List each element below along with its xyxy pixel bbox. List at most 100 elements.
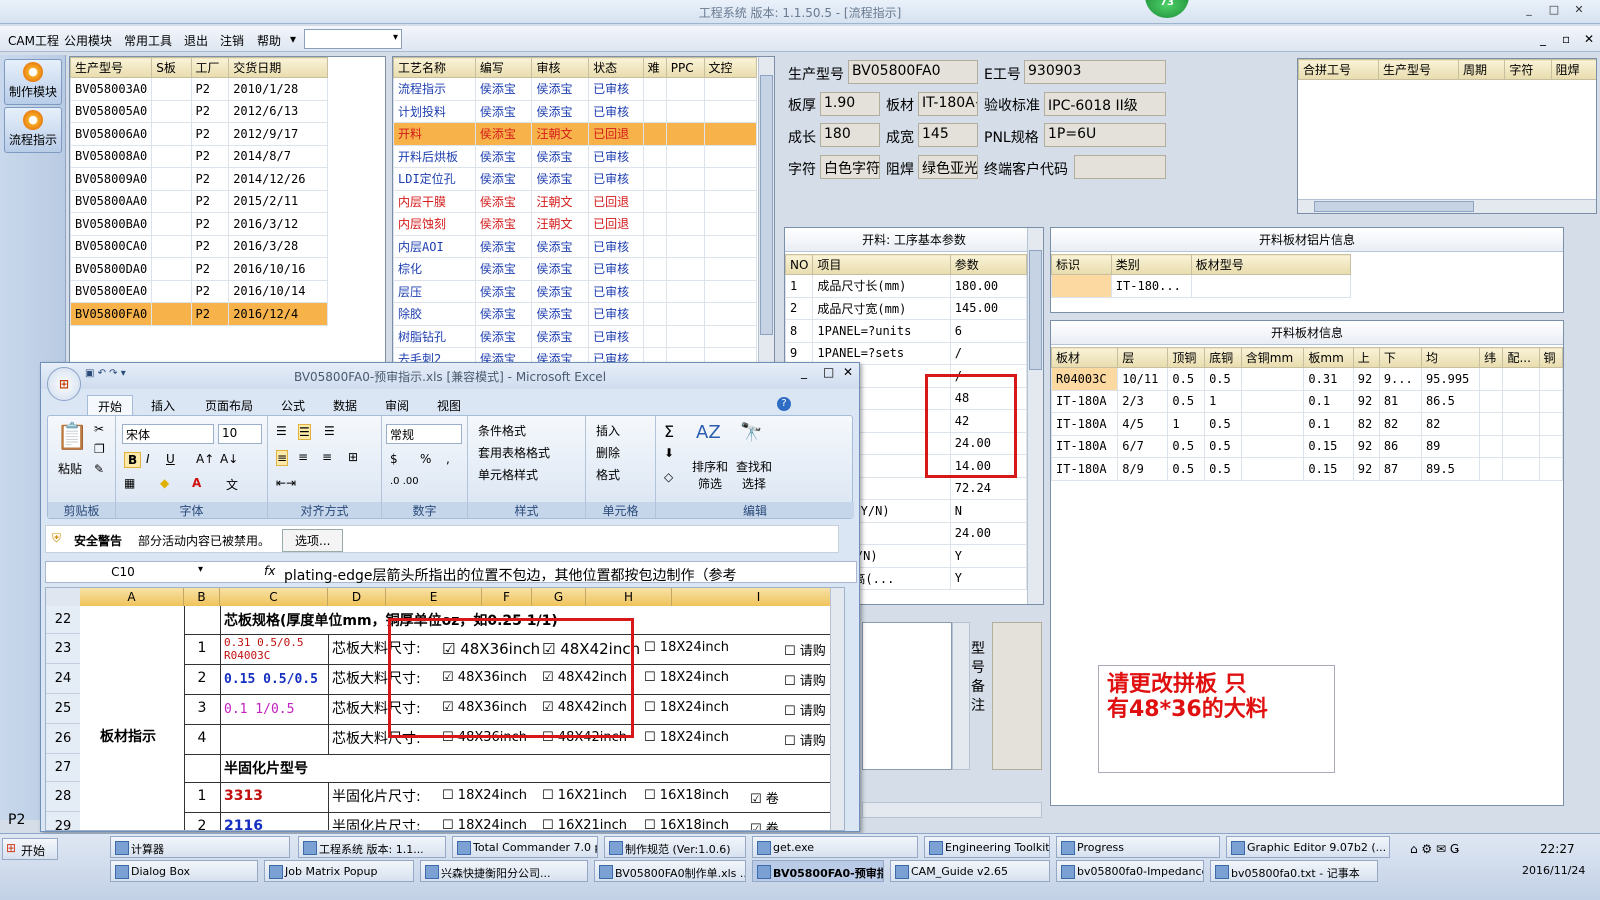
- col-difficulty[interactable]: 难: [642, 57, 667, 78]
- col-type[interactable]: 类别: [1110, 254, 1192, 275]
- col-board-7[interactable]: 下: [1378, 347, 1422, 368]
- insert-cells-button[interactable]: 插入: [596, 422, 620, 439]
- col-header-f[interactable]: F: [482, 588, 532, 606]
- menu-public[interactable]: 公用模块: [64, 32, 112, 49]
- row-header[interactable]: 24: [46, 664, 80, 694]
- col-board-9[interactable]: 纬: [1479, 347, 1504, 368]
- align-center-icon[interactable]: ≡: [298, 450, 308, 464]
- menu-logout[interactable]: 注销: [220, 32, 244, 49]
- taskbar-button[interactable]: 制作规范 (Ver:1.0.6): [604, 836, 746, 858]
- name-box[interactable]: C10: [50, 565, 196, 579]
- col-merge-cycle[interactable]: 周期: [1457, 59, 1506, 80]
- clock-time[interactable]: 22:27: [1540, 842, 1575, 856]
- taskbar-button[interactable]: CAM_Guide v2.65: [890, 860, 1050, 882]
- merge-icon[interactable]: ⊞: [348, 450, 358, 464]
- col-merge-no[interactable]: 合拼工号: [1298, 59, 1379, 80]
- core-2-spec[interactable]: 0.15 0.5/0.5: [224, 672, 318, 687]
- grow-font-icon[interactable]: A↑: [196, 452, 214, 466]
- side-note-box[interactable]: [862, 622, 952, 770]
- cust-field[interactable]: [1074, 155, 1166, 179]
- row-header[interactable]: 28: [46, 782, 80, 812]
- table-row[interactable]: 流程指示 侯添宝 侯添宝 已审核: [393, 77, 757, 101]
- table-row[interactable]: 层压 侯添宝 侯添宝 已审核: [393, 279, 757, 303]
- col-board-2[interactable]: 顶铜: [1167, 347, 1206, 368]
- prepreg-heading[interactable]: 半固化片型号: [224, 758, 308, 778]
- taskbar-button[interactable]: Total Commander 7.0 p...: [452, 836, 598, 858]
- decimal-icon[interactable]: .0 .00: [390, 476, 419, 487]
- font-size-select[interactable]: 10: [218, 424, 262, 444]
- shrink-font-icon[interactable]: A↓: [220, 452, 238, 466]
- table-row[interactable]: 计划投料 侯添宝 侯添宝 已审核: [393, 99, 757, 123]
- table-row[interactable]: BV05800AA0 P2 2015/2/11: [70, 189, 328, 213]
- excel-close-icon[interactable]: ✕: [843, 365, 853, 379]
- row-header[interactable]: 29: [46, 812, 80, 830]
- col-header-i[interactable]: I: [672, 588, 844, 606]
- row-number[interactable]: 1: [186, 640, 218, 656]
- underline-button[interactable]: U: [166, 452, 175, 466]
- menu-tools[interactable]: 常用工具: [124, 32, 172, 49]
- core-option-checkbox[interactable]: ☐ 请购: [784, 700, 826, 719]
- align-top-icon[interactable]: ☰: [276, 424, 287, 438]
- table-row[interactable]: 2 成品尺寸宽(mm) 145.00: [785, 296, 1028, 320]
- row-number[interactable]: 3: [186, 700, 218, 716]
- taskbar-button[interactable]: Dialog Box: [110, 860, 258, 882]
- prepreg-option-checkbox[interactable]: ☑ 卷: [750, 818, 779, 830]
- taskbar-button[interactable]: Job Matrix Popup: [264, 860, 414, 882]
- taskbar-button[interactable]: Graphic Editor 9.07b2 (...: [1226, 836, 1390, 858]
- side-note-field[interactable]: [992, 622, 1042, 770]
- table-row[interactable]: BV05800DA0 P2 2016/10/16: [70, 257, 328, 281]
- mdi-restore-icon[interactable]: ▫: [1562, 32, 1570, 46]
- tab-formula[interactable]: 公式: [271, 395, 315, 416]
- char-field[interactable]: 白色字符: [820, 155, 880, 179]
- tab-review[interactable]: 审阅: [375, 395, 419, 416]
- function-icon[interactable]: fx: [264, 564, 275, 578]
- col-merge-char[interactable]: 字符: [1504, 59, 1552, 80]
- excel-maximize-icon[interactable]: □: [823, 365, 834, 379]
- table-row[interactable]: BV058005A0 P2 2012/6/13: [70, 99, 328, 123]
- border-icon[interactable]: ▦: [124, 476, 135, 490]
- col-s[interactable]: S板: [151, 57, 192, 78]
- table-row[interactable]: BV05800CA0 P2 2016/3/28: [70, 234, 328, 258]
- prepreg-2-type[interactable]: 2116: [224, 818, 263, 830]
- maximize-icon[interactable]: □: [1545, 3, 1563, 19]
- side-note-scrollbar[interactable]: [952, 622, 970, 770]
- phonetic-icon[interactable]: 文: [226, 476, 238, 493]
- col-board-type[interactable]: 板材型号: [1190, 254, 1352, 275]
- table-row[interactable]: BV058008A0 P2 2014/8/7: [70, 144, 328, 168]
- office-button[interactable]: ⊞: [47, 367, 81, 401]
- find-icon[interactable]: 🔭: [740, 422, 762, 443]
- col-no[interactable]: NO: [785, 254, 814, 275]
- clear-icon[interactable]: ◇: [664, 470, 673, 484]
- select-all-corner[interactable]: [46, 588, 80, 606]
- prepreg-option-checkbox[interactable]: ☐ 18X24inch: [442, 788, 527, 803]
- thick-field[interactable]: 1.90: [820, 92, 880, 116]
- menu-exit[interactable]: 退出: [184, 32, 208, 49]
- sheet-scrollbar[interactable]: [830, 588, 844, 830]
- table-row[interactable]: R04003C 10/11 0.5 0.5 0.31 92 9... 95.995: [1051, 367, 1563, 391]
- table-row[interactable]: BV05800EA0 P2 2016/10/14: [70, 279, 328, 303]
- close-icon[interactable]: ✕: [1570, 3, 1588, 19]
- tab-layout[interactable]: 页面布局: [195, 395, 263, 416]
- table-row[interactable]: IT-180A 8/9 0.5 0.5 0.15 92 87 89.5: [1051, 457, 1563, 481]
- col-header-h[interactable]: H: [586, 588, 672, 606]
- taskbar-button[interactable]: BV05800FA0制作单.xls ...: [594, 860, 746, 882]
- row-number[interactable]: 4: [186, 730, 218, 746]
- flow-scrollbar[interactable]: [758, 57, 774, 365]
- col-board-5[interactable]: 板mm: [1303, 347, 1354, 368]
- tab-view[interactable]: 视图: [427, 395, 471, 416]
- table-row[interactable]: IT-180A 6/7 0.5 0.5 0.15 92 86 89: [1051, 434, 1563, 458]
- table-row[interactable]: 内层AOI 侯添宝 侯添宝 已审核: [393, 234, 757, 258]
- col-board-8[interactable]: 均: [1420, 347, 1481, 368]
- prepreg-option-checkbox[interactable]: ☑ 卷: [750, 788, 779, 807]
- options-button[interactable]: 选项...: [282, 529, 344, 552]
- taskbar-button[interactable]: 兴森快捷衡阳分公司...: [420, 860, 588, 882]
- len-field[interactable]: 180: [820, 123, 880, 147]
- mdi-close-icon[interactable]: ✕: [1584, 32, 1594, 46]
- col-header-g[interactable]: G: [532, 588, 586, 606]
- cut-icon[interactable]: ✂: [94, 422, 104, 436]
- tab-data[interactable]: 数据: [323, 395, 367, 416]
- format-cells-button[interactable]: 格式: [596, 466, 620, 483]
- core-option-checkbox[interactable]: ☐ 18X24inch: [644, 730, 729, 745]
- col-flag[interactable]: 标识: [1051, 254, 1112, 275]
- excel-minimize-icon[interactable]: _: [801, 365, 807, 379]
